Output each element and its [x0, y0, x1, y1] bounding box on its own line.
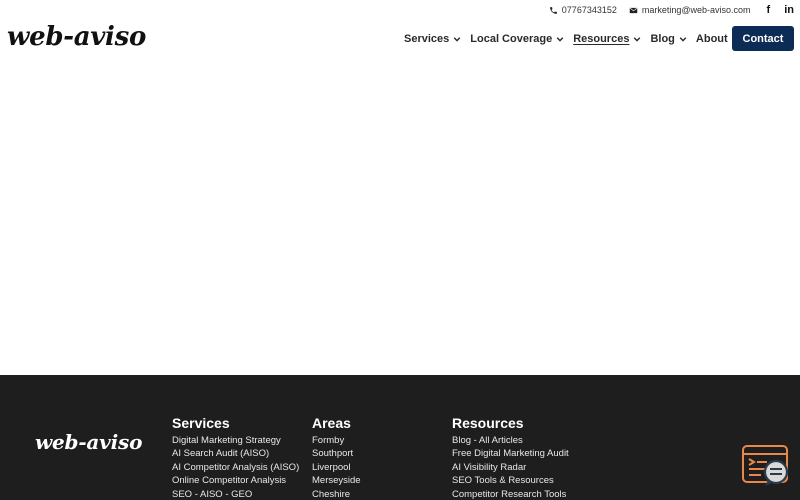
footer-link[interactable]: SEO - AISO - GEO	[172, 488, 299, 500]
chevron-down-icon	[556, 37, 564, 42]
chat-window-icon	[742, 445, 789, 486]
site-footer: web-aviso Services Digital Marketing Str…	[0, 375, 800, 500]
chevron-down-icon	[679, 37, 687, 42]
footer-link[interactable]: Digital Marketing Strategy	[172, 434, 299, 447]
footer-link[interactable]: Merseyside	[312, 474, 361, 487]
phone-icon	[549, 6, 557, 14]
footer-link[interactable]: Online Competitor Analysis	[172, 474, 299, 487]
footer-resources-column: Resources Blog - All Articles Free Digit…	[452, 415, 569, 500]
footer-resources-heading: Resources	[452, 415, 524, 431]
chat-widget-button[interactable]	[741, 444, 791, 488]
footer-link[interactable]: Competitor Research Tools	[452, 488, 569, 500]
nav-label: Blog	[650, 33, 675, 45]
site-logo[interactable]: web-aviso	[7, 22, 146, 52]
facebook-icon[interactable]: f	[767, 4, 771, 16]
email-address: marketing@web-aviso.com	[641, 5, 751, 15]
top-contact-bar: 07767343152 marketing@web-aviso.com f in	[549, 3, 794, 17]
footer-link[interactable]: SEO Tools & Resources	[452, 474, 569, 487]
nav-label: Local Coverage	[470, 33, 553, 45]
envelope-icon	[629, 7, 638, 13]
nav-label: About	[695, 33, 728, 45]
footer-link[interactable]: Liverpool	[312, 461, 361, 474]
linkedin-icon[interactable]: in	[784, 4, 794, 16]
phone-number: 07767343152	[561, 5, 617, 15]
nav-resources[interactable]: Resources	[573, 30, 641, 48]
social-links: f in	[767, 4, 794, 16]
footer-logo[interactable]: web-aviso	[35, 430, 142, 454]
nav-local-coverage[interactable]: Local Coverage	[470, 30, 564, 48]
footer-services-heading: Services	[172, 415, 230, 431]
nav-label: Resources	[573, 33, 630, 45]
main-nav: Services Local Coverage Resources Blog A…	[404, 30, 749, 48]
email-link[interactable]: marketing@web-aviso.com	[629, 5, 751, 15]
footer-services-column: Services Digital Marketing Strategy AI S…	[172, 415, 299, 500]
chevron-down-icon	[634, 37, 641, 42]
footer-link[interactable]: Formby	[312, 434, 361, 447]
footer-link[interactable]: AI Competitor Analysis (AISO)	[172, 461, 299, 474]
footer-link[interactable]: Free Digital Marketing Audit	[452, 447, 569, 460]
footer-link[interactable]: Cheshire	[312, 488, 361, 500]
nav-services[interactable]: Services	[404, 30, 461, 48]
footer-areas-heading: Areas	[312, 415, 351, 431]
chevron-down-icon	[453, 37, 461, 42]
nav-label: Services	[404, 33, 450, 45]
footer-link[interactable]: AI Search Audit (AISO)	[172, 447, 299, 460]
footer-link[interactable]: Blog - All Articles	[452, 434, 569, 447]
nav-blog[interactable]: Blog	[650, 30, 687, 48]
footer-link[interactable]: Southport	[312, 447, 361, 460]
phone-link[interactable]: 07767343152	[549, 5, 617, 15]
contact-button[interactable]: Contact	[732, 26, 794, 51]
footer-link[interactable]: AI Visibility Radar	[452, 461, 569, 474]
footer-areas-column: Areas Formby Southport Liverpool Merseys…	[312, 415, 361, 500]
